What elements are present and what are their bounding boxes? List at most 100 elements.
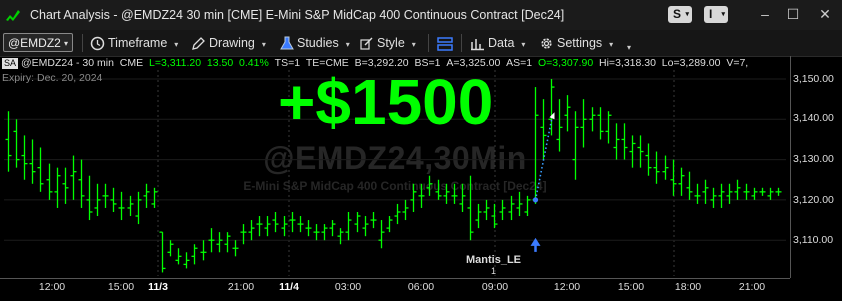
time-tick: 15:00 — [107, 281, 135, 293]
ohlc-bar — [613, 123, 620, 160]
ohlc-bar — [224, 232, 231, 253]
ohlc-bar — [678, 167, 685, 196]
info-volume: V=7, — [726, 57, 749, 69]
ohlc-bar — [175, 248, 182, 265]
ohlc-bar — [378, 220, 385, 249]
time-tick: 21:00 — [227, 281, 255, 293]
time-tick: 18:00 — [674, 281, 702, 293]
ohlc-bar — [629, 135, 636, 168]
ohlc-bar — [289, 211, 296, 233]
ohlc-bar — [78, 159, 85, 208]
ohlc-bar — [426, 175, 433, 196]
price-tick: 3,110.00 — [793, 234, 834, 246]
date-tick: 11/3 — [148, 281, 168, 293]
ohlc-bar — [597, 107, 604, 140]
ohlc-bar — [29, 139, 36, 184]
info-symbol: @EMDZ24 - 30 min — [21, 57, 114, 69]
ohlc-bar — [281, 216, 288, 237]
ohlc-bar — [637, 135, 644, 168]
info-low: Lo=3,289.00 — [661, 57, 721, 69]
ohlc-bar — [670, 159, 677, 196]
ohlc-bar — [767, 187, 774, 200]
ohlc-bar — [70, 155, 77, 200]
trade-quantity: 1 — [491, 266, 497, 276]
ohlc-bar — [726, 183, 733, 204]
expiry-label: Expiry: Dec. 20, 2024 — [2, 72, 103, 84]
ohlc-bar — [167, 240, 174, 257]
ohlc-bar — [743, 183, 750, 200]
ohlc-bar — [46, 163, 53, 200]
info-exchange: CME — [119, 57, 144, 69]
trade-entry-dot — [532, 197, 539, 203]
ohlc-bar — [5, 111, 12, 172]
ohlc-bar — [402, 199, 409, 221]
ohlc-bar — [516, 191, 523, 217]
ohlc-bar — [256, 216, 263, 237]
ohlc-bar — [183, 252, 190, 269]
ohlc-bar — [710, 187, 717, 208]
ohlc-bar — [159, 231, 166, 273]
ohlc-bar — [686, 171, 693, 200]
ohlc-bar — [21, 135, 28, 180]
ohlc-bar — [354, 211, 361, 233]
price-tick: 3,140.00 — [793, 112, 834, 124]
ohlc-bar — [548, 79, 555, 136]
ohlc-bar — [102, 183, 109, 208]
ohlc-bar — [37, 147, 44, 192]
ohlc-bar — [240, 224, 247, 245]
info-pct: 0.41% — [239, 57, 269, 69]
time-tick: 21:00 — [738, 281, 766, 293]
time-tick: 06:00 — [407, 281, 435, 293]
ohlc-bar — [475, 203, 482, 229]
ohlc-bar — [297, 216, 304, 233]
ohlc-bar — [621, 123, 628, 160]
time-tick: 12:00 — [38, 281, 66, 293]
ohlc-bar — [264, 216, 271, 237]
ohlc-bar — [718, 183, 725, 208]
time-tick: 15:00 — [617, 281, 645, 293]
ohlc-bar — [135, 191, 142, 225]
ohlc-bar — [127, 195, 134, 217]
ohlc-bar — [62, 167, 69, 204]
price-tick: 3,130.00 — [793, 153, 834, 165]
ohlc-bar — [248, 220, 255, 241]
time-tick: 09:00 — [481, 281, 509, 293]
ohlc-bar — [370, 211, 377, 229]
price-chart[interactable] — [0, 0, 842, 300]
time-tick: 12:00 — [553, 281, 581, 293]
ohlc-bar — [532, 87, 539, 204]
ohlc-bar — [734, 179, 741, 200]
profit-label: +$1500 — [278, 66, 494, 138]
price-tick: 3,120.00 — [793, 194, 834, 206]
ohlc-bar — [775, 187, 782, 196]
ohlc-bar — [572, 111, 579, 180]
ohlc-bar — [208, 228, 215, 253]
ohlc-bar — [345, 211, 352, 241]
ohlc-bar — [394, 203, 401, 225]
ohlc-bar — [694, 183, 701, 204]
ohlc-bar — [362, 216, 369, 237]
ohlc-bar — [653, 151, 660, 184]
info-open: O=3,307.90 — [538, 57, 594, 69]
ohlc-bar — [491, 203, 498, 229]
info-change: 13.50 — [206, 57, 234, 69]
ohlc-bar — [337, 228, 344, 245]
ohlc-bar — [751, 187, 758, 200]
time-tick: 03:00 — [334, 281, 362, 293]
info-high: Hi=3,318.30 — [599, 57, 656, 69]
ohlc-bar — [151, 187, 158, 208]
ohlc-bar — [499, 199, 506, 221]
ohlc-bar — [216, 232, 223, 253]
sa-badge[interactable]: SA — [2, 58, 19, 69]
ohlc-bar — [459, 183, 466, 212]
ohlc-bar — [564, 95, 571, 132]
info-last: L=3,311.20 — [148, 57, 202, 69]
ohlc-bar — [451, 183, 458, 204]
ohlc-bar — [191, 244, 198, 265]
ohlc-bar — [305, 220, 312, 237]
ohlc-bar — [386, 216, 393, 233]
price-tick: 3,150.00 — [793, 73, 834, 85]
ohlc-bar — [483, 199, 490, 221]
ohlc-bar — [410, 183, 417, 212]
ohlc-bar — [272, 211, 279, 233]
